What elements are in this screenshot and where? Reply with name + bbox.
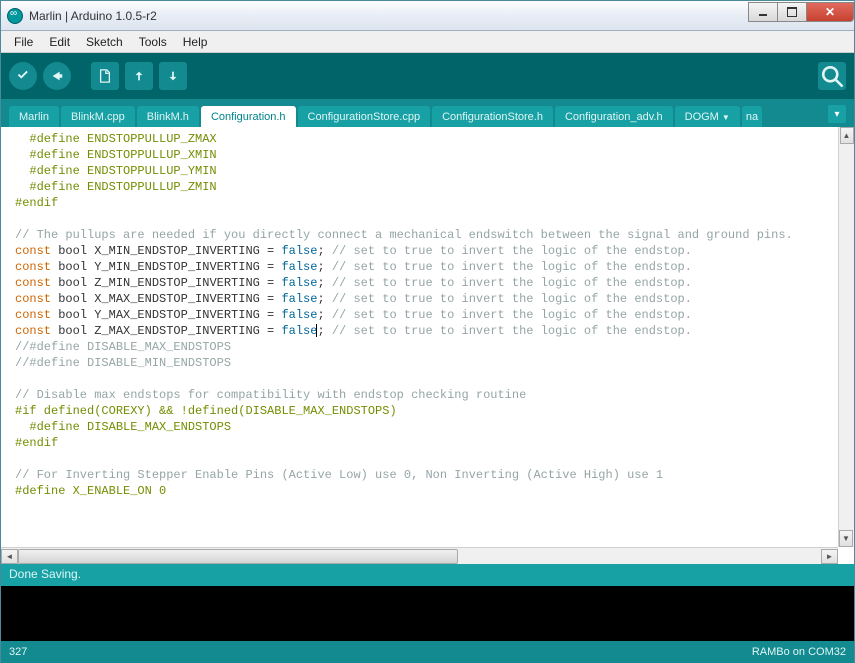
scroll-up-icon[interactable]: ▲ (840, 127, 854, 144)
minimize-button[interactable] (748, 2, 778, 22)
tab-marlin[interactable]: Marlin (9, 106, 59, 127)
line-number: 327 (9, 646, 27, 658)
verify-button[interactable] (9, 62, 37, 90)
tab-dogm[interactable]: DOGM ▼ (675, 106, 740, 127)
tab-bar: Marlin BlinkM.cpp BlinkM.h Configuration… (1, 99, 854, 127)
footer-bar: 327 RAMBo on COM32 (1, 641, 854, 663)
tab-blinkm-cpp[interactable]: BlinkM.cpp (61, 106, 135, 127)
upload-button[interactable] (43, 62, 71, 90)
new-button[interactable] (91, 62, 119, 90)
console-output[interactable] (1, 586, 854, 641)
open-button[interactable] (125, 62, 153, 90)
status-bar: Done Saving. (1, 564, 854, 586)
tab-configuration-adv-h[interactable]: Configuration_adv.h (555, 106, 673, 127)
maximize-button[interactable] (777, 2, 807, 22)
save-button[interactable] (159, 62, 187, 90)
toolbar (1, 53, 854, 99)
tab-overflow[interactable]: na (742, 106, 762, 127)
menu-help[interactable]: Help (176, 33, 215, 51)
window-title: Marlin | Arduino 1.0.5-r2 (29, 9, 749, 23)
menu-tools[interactable]: Tools (132, 33, 174, 51)
scroll-thumb[interactable] (18, 549, 458, 564)
tab-configuration-h[interactable]: Configuration.h (201, 106, 296, 127)
horizontal-scrollbar[interactable]: ◄ ► (1, 547, 838, 564)
menu-sketch[interactable]: Sketch (79, 33, 130, 51)
arduino-icon (7, 8, 23, 24)
editor-area: #define ENDSTOPPULLUP_ZMAX #define ENDST… (1, 127, 854, 564)
title-bar: Marlin | Arduino 1.0.5-r2 (1, 1, 854, 31)
board-info: RAMBo on COM32 (752, 646, 846, 658)
window-controls (749, 2, 854, 22)
tab-configurationstore-cpp[interactable]: ConfigurationStore.cpp (298, 106, 431, 127)
tab-blinkm-h[interactable]: BlinkM.h (137, 106, 199, 127)
scroll-down-icon[interactable]: ▼ (839, 530, 853, 547)
code-editor[interactable]: #define ENDSTOPPULLUP_ZMAX #define ENDST… (1, 127, 854, 545)
close-button[interactable] (806, 2, 854, 22)
menu-edit[interactable]: Edit (42, 33, 77, 51)
scroll-left-icon[interactable]: ◄ (1, 549, 18, 564)
tab-configurationstore-h[interactable]: ConfigurationStore.h (432, 106, 553, 127)
menu-file[interactable]: File (7, 33, 40, 51)
tab-dropdown-button[interactable]: ▾ (828, 105, 846, 123)
scroll-right-icon[interactable]: ► (821, 549, 838, 564)
status-message: Done Saving. (9, 567, 81, 581)
menu-bar: File Edit Sketch Tools Help (1, 31, 854, 53)
vertical-scrollbar[interactable]: ▲ ▼ (838, 127, 854, 547)
serial-monitor-button[interactable] (818, 62, 846, 90)
